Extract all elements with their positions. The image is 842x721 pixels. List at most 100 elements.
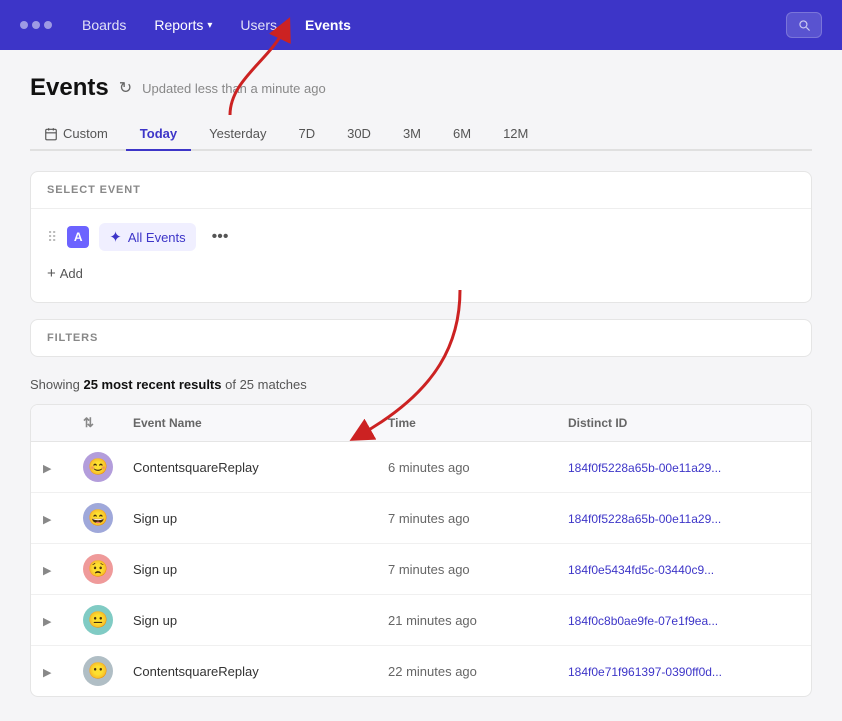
- tab-today[interactable]: Today: [126, 118, 191, 151]
- td-distinct-id-2: 184f0f5228a65b-00e11a29...: [556, 511, 811, 526]
- filters-header: FILTERS: [31, 320, 811, 356]
- avatar-2: 😄: [83, 503, 113, 533]
- td-expand-2: ▶: [31, 511, 71, 526]
- expand-button-2[interactable]: ▶: [43, 513, 51, 526]
- th-time: Time: [376, 415, 556, 431]
- td-event-name-5: ContentsquareReplay: [121, 664, 376, 679]
- tab-3m[interactable]: 3M: [389, 118, 435, 151]
- td-expand-4: ▶: [31, 613, 71, 628]
- td-avatar-2: 😄: [71, 503, 121, 533]
- avatar-5: 😶: [83, 656, 113, 686]
- dot-1: [20, 21, 28, 29]
- results-info: Showing 25 most recent results of 25 mat…: [30, 377, 812, 392]
- distinct-id-link-1[interactable]: 184f0f5228a65b-00e11a29...: [568, 461, 721, 475]
- td-time-2: 7 minutes ago: [376, 511, 556, 526]
- td-event-name-4: Sign up: [121, 613, 376, 628]
- expand-button-1[interactable]: ▶: [43, 462, 51, 475]
- nav-boards[interactable]: Boards: [72, 11, 136, 39]
- add-label: Add: [60, 266, 83, 281]
- td-expand-3: ▶: [31, 562, 71, 577]
- select-event-header: SELECT EVENT: [31, 172, 811, 209]
- expand-button-5[interactable]: ▶: [43, 666, 51, 679]
- td-expand-5: ▶: [31, 664, 71, 679]
- expand-button-3[interactable]: ▶: [43, 564, 51, 577]
- td-avatar-1: 😊: [71, 452, 121, 482]
- table-row: ▶ 😄 Sign up 7 minutes ago 184f0f5228a65b…: [31, 493, 811, 544]
- more-options-button[interactable]: •••: [206, 224, 235, 250]
- td-time-5: 22 minutes ago: [376, 664, 556, 679]
- tab-custom[interactable]: Custom: [30, 118, 122, 149]
- event-row: ⠿ A ✦ All Events •••: [47, 223, 795, 251]
- select-event-body: ⠿ A ✦ All Events ••• + Add: [31, 209, 811, 302]
- select-event-panel: SELECT EVENT ⠿ A ✦ All Events ••• + Add: [30, 171, 812, 303]
- th-expand: [31, 415, 71, 431]
- avatar-1: 😊: [83, 452, 113, 482]
- event-letter-badge: A: [67, 226, 89, 248]
- td-distinct-id-4: 184f0c8b0ae9fe-07e1f9ea...: [556, 613, 811, 628]
- td-avatar-3: 😟: [71, 554, 121, 584]
- td-distinct-id-3: 184f0e5434fd5c-03440c9...: [556, 562, 811, 577]
- avatar-3: 😟: [83, 554, 113, 584]
- sort-icon: ⇅: [83, 415, 94, 431]
- table-header: ⇅ Event Name Time Distinct ID: [31, 405, 811, 442]
- search-button[interactable]: [786, 12, 822, 38]
- chevron-down-icon: ▾: [207, 20, 212, 31]
- tab-7d[interactable]: 7D: [284, 118, 329, 151]
- all-events-icon: ✦: [109, 228, 122, 246]
- main-content: Events ↻ Updated less than a minute ago …: [0, 50, 842, 721]
- nav-users[interactable]: Users: [230, 11, 287, 39]
- refresh-button[interactable]: ↻: [119, 78, 132, 98]
- distinct-id-link-2[interactable]: 184f0f5228a65b-00e11a29...: [568, 512, 721, 526]
- nav-events[interactable]: Events: [295, 11, 361, 39]
- filters-panel: FILTERS: [30, 319, 812, 357]
- table-row: ▶ 😶 ContentsquareReplay 22 minutes ago 1…: [31, 646, 811, 696]
- plus-icon: +: [47, 265, 56, 282]
- event-chip[interactable]: ✦ All Events: [99, 223, 195, 251]
- search-icon: [797, 18, 811, 32]
- tab-30d[interactable]: 30D: [333, 118, 385, 151]
- td-avatar-5: 😶: [71, 656, 121, 686]
- top-navigation: Boards Reports ▾ Users Events: [0, 0, 842, 50]
- tab-yesterday[interactable]: Yesterday: [195, 118, 280, 151]
- table-row: ▶ 😟 Sign up 7 minutes ago 184f0e5434fd5c…: [31, 544, 811, 595]
- window-controls: [20, 21, 52, 29]
- nav-reports[interactable]: Reports ▾: [144, 11, 222, 39]
- results-bold: 25 most recent results: [83, 377, 221, 392]
- avatar-4: 😐: [83, 605, 113, 635]
- results-suffix: of 25 matches: [222, 377, 307, 392]
- td-expand-1: ▶: [31, 460, 71, 475]
- td-event-name-2: Sign up: [121, 511, 376, 526]
- td-avatar-4: 😐: [71, 605, 121, 635]
- td-time-1: 6 minutes ago: [376, 460, 556, 475]
- expand-button-4[interactable]: ▶: [43, 615, 51, 628]
- tab-custom-label: Custom: [63, 126, 108, 141]
- td-distinct-id-1: 184f0f5228a65b-00e11a29...: [556, 460, 811, 475]
- tab-6m[interactable]: 6M: [439, 118, 485, 151]
- tab-12m[interactable]: 12M: [489, 118, 542, 151]
- td-event-name-1: ContentsquareReplay: [121, 460, 376, 475]
- distinct-id-link-3[interactable]: 184f0e5434fd5c-03440c9...: [568, 563, 714, 577]
- nav-items: Boards Reports ▾ Users Events: [72, 11, 786, 39]
- updated-text: Updated less than a minute ago: [142, 81, 326, 96]
- calendar-icon: [44, 127, 58, 141]
- td-distinct-id-5: 184f0e71f961397-0390ff0d...: [556, 664, 811, 679]
- time-filter-tabs: Custom Today Yesterday 7D 30D 3M 6M 12M: [30, 118, 812, 151]
- td-time-3: 7 minutes ago: [376, 562, 556, 577]
- table-row: ▶ 😊 ContentsquareReplay 6 minutes ago 18…: [31, 442, 811, 493]
- event-chip-label: All Events: [128, 230, 186, 245]
- page-title: Events: [30, 74, 109, 102]
- results-prefix: Showing: [30, 377, 83, 392]
- events-table: ⇅ Event Name Time Distinct ID ▶ 😊: [30, 404, 812, 697]
- page-title-row: Events ↻ Updated less than a minute ago: [30, 74, 812, 102]
- drag-handle-icon[interactable]: ⠿: [47, 229, 57, 246]
- add-event-button[interactable]: + Add: [47, 259, 83, 288]
- distinct-id-link-5[interactable]: 184f0e71f961397-0390ff0d...: [568, 665, 722, 679]
- dot-3: [44, 21, 52, 29]
- distinct-id-link-4[interactable]: 184f0c8b0ae9fe-07e1f9ea...: [568, 614, 718, 628]
- dot-2: [32, 21, 40, 29]
- td-event-name-3: Sign up: [121, 562, 376, 577]
- th-avatar: ⇅: [71, 415, 121, 431]
- th-distinct-id: Distinct ID: [556, 415, 811, 431]
- th-event-name: Event Name: [121, 415, 376, 431]
- td-time-4: 21 minutes ago: [376, 613, 556, 628]
